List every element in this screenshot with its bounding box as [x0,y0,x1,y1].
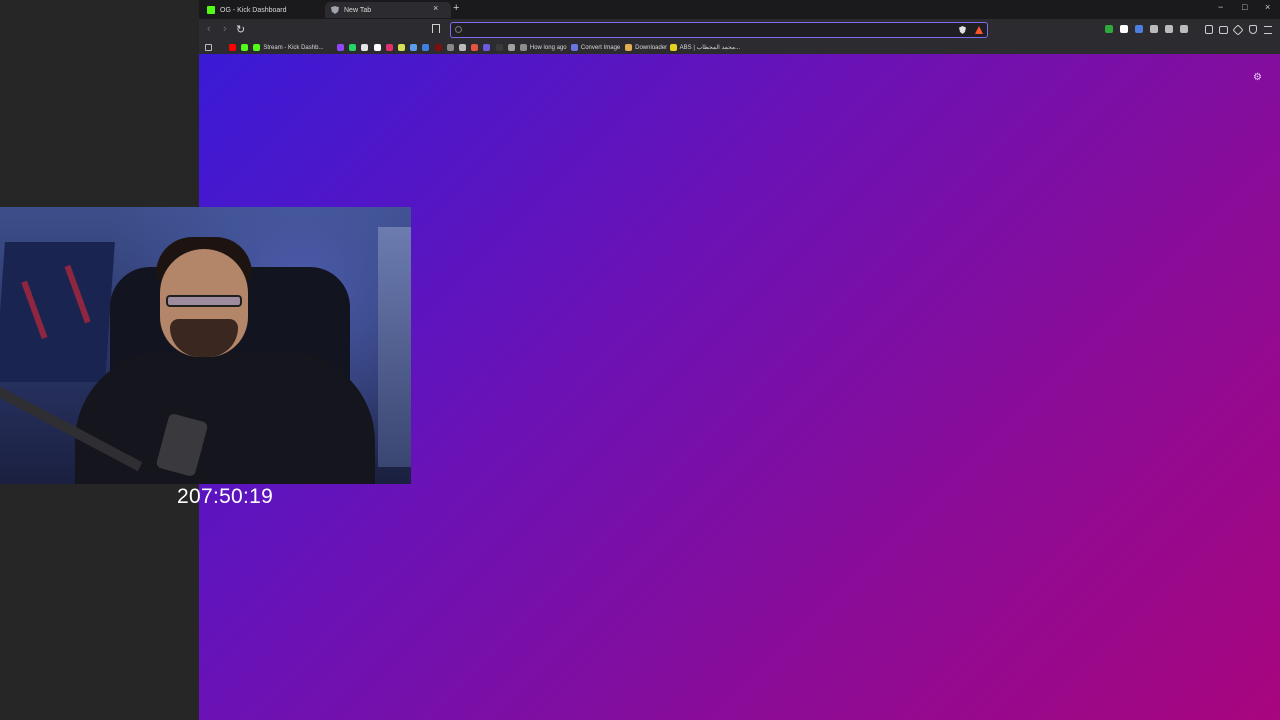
bookmark-item[interactable]: Stream - Kick Dashb... [253,43,323,52]
bookmark-label: How long ago [529,44,567,51]
youtube-icon [229,44,236,51]
bookmark-page-icon[interactable] [432,24,440,33]
bookmark-item[interactable] [446,43,457,52]
new-tab-button[interactable]: + [453,2,459,14]
ext-gamepad-icon[interactable] [1150,25,1158,33]
tab-kick-dashboard[interactable]: OG - Kick Dashboard [207,2,327,18]
webcam-overlay [0,207,411,484]
bookmark-item[interactable]: Downloader [625,43,667,52]
menu-icon[interactable] [1264,26,1272,34]
brave-rewards-icon[interactable] [975,26,983,34]
tiktok-icon [373,44,381,51]
app-icon [458,44,466,51]
app-icon [669,44,677,51]
app-icon [410,44,418,51]
bookmark-item[interactable] [422,43,432,52]
toolbar: ‹ › ↻ [199,19,1280,41]
reload-button[interactable]: ↻ [236,23,245,36]
bookmark-item[interactable] [373,43,384,52]
webcam-shelf [378,227,411,467]
bookmark-item[interactable] [361,43,371,52]
bookmark-label: Downloader [635,44,668,51]
wallet-icon[interactable] [1219,26,1228,34]
bookmark-item[interactable] [434,43,445,52]
close-window-icon[interactable]: × [1265,2,1270,12]
bookmark-item[interactable] [410,43,420,52]
bookmark-label: Convert Image [580,44,621,51]
bookmark-item[interactable] [507,43,518,52]
ext-screenshot-icon[interactable] [1180,25,1188,33]
leo-ai-icon[interactable] [1232,24,1244,36]
instagram-icon [385,44,393,51]
tab-label: New Tab [344,6,372,14]
bookmark-item[interactable] [349,43,359,52]
link-icon [519,44,527,51]
bookmark-item[interactable] [495,43,506,52]
brave-shield-icon [331,6,339,14]
url-input[interactable] [467,24,947,35]
bookmark-item[interactable] [336,43,347,52]
apps-grid-icon[interactable] [205,43,215,52]
app-icon [483,44,491,51]
twitch-icon [336,44,344,51]
bookmark-item[interactable]: How long ago [519,43,567,52]
download-icon [625,44,633,51]
ext-diamond-icon[interactable] [1120,25,1128,33]
check-icon [422,44,430,51]
brave-shields-icon[interactable] [959,26,966,34]
app-icon [397,44,405,51]
x-icon [361,44,369,51]
globe-icon [570,44,578,51]
vpn-icon[interactable] [1249,25,1257,34]
ext-puzzle-icon[interactable] [1165,25,1173,33]
bookmark-label: ABS | محمد المحطاب... [679,45,741,51]
bookmark-item[interactable]: ABS | محمد المحطاب... [669,43,741,52]
bookmark-label: Stream - Kick Dashb... [263,44,324,51]
tab-label: OG - Kick Dashboard [220,6,287,14]
ext-green-icon[interactable] [1105,25,1113,33]
bookmark-item[interactable] [241,43,251,52]
link-icon [507,44,515,51]
bookmark-item[interactable] [385,43,396,52]
webcam-person-body [75,352,375,484]
webcam-person-glasses [166,295,242,307]
app-icon [434,44,442,51]
kick-icon [253,44,261,51]
search-engine-icon [455,26,462,33]
bookmark-item[interactable]: Convert Image [570,43,621,52]
address-bar[interactable] [450,22,988,38]
back-button[interactable]: ‹ [207,23,211,35]
settings-gear-icon[interactable]: ⚙ [1253,72,1262,83]
bookmarks-bar: Stream - Kick Dashb... How long ago Conver… [199,41,1280,54]
kick-icon [241,44,249,51]
forward-button[interactable]: › [223,23,227,35]
bookmark-item[interactable] [471,43,481,52]
bookmark-item[interactable] [458,43,469,52]
whatsapp-icon [349,44,357,51]
minimize-icon[interactable]: − [1218,2,1223,12]
bookmark-item[interactable] [229,43,239,52]
app-icon [471,44,479,51]
ext-audio-icon[interactable] [1135,25,1143,33]
stream-timer: 207:50:19 [177,485,274,508]
tab-bar: OG - Kick Dashboard New Tab × + − □ × [199,0,1280,19]
sidebar-icon[interactable] [1205,25,1213,34]
app-icon [446,44,454,51]
bookmark-item[interactable] [483,43,493,52]
maximize-icon[interactable]: □ [1242,2,1247,12]
kick-logo-icon [207,6,215,14]
app-icon [495,44,503,51]
close-tab-icon[interactable]: × [433,3,438,13]
bookmark-item[interactable] [397,43,408,52]
